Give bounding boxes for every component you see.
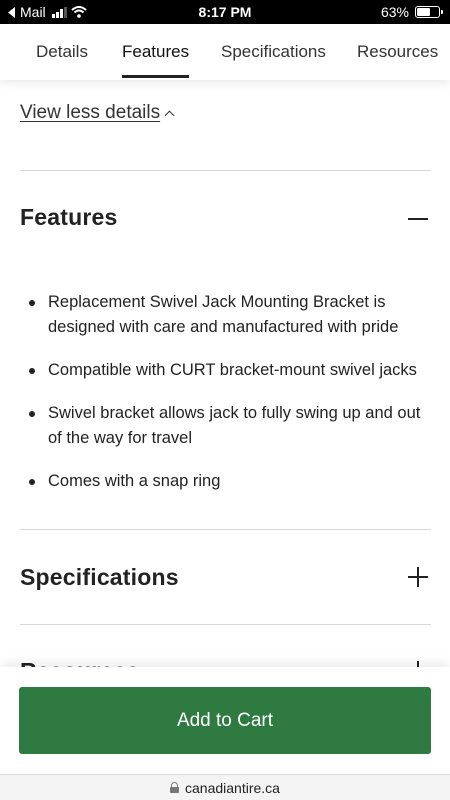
- divider: [20, 529, 431, 530]
- list-item: Comes with a snap ring: [20, 469, 430, 494]
- list-item: Swivel bracket allows jack to fully swin…: [20, 401, 430, 451]
- tab-details[interactable]: Details: [36, 42, 88, 62]
- collapse-minus-icon[interactable]: [408, 218, 428, 220]
- view-less-label: View less details: [20, 102, 161, 123]
- status-bar: Mail 8:17 PM 63%: [0, 0, 450, 24]
- battery-icon: [415, 6, 443, 18]
- url-text: canadiantire.ca: [185, 779, 280, 796]
- add-to-cart-button[interactable]: Add to Cart: [19, 687, 431, 754]
- divider: [20, 170, 431, 171]
- specifications-heading: Specifications: [20, 564, 179, 590]
- features-heading: Features: [20, 204, 118, 230]
- browser-address-bar[interactable]: canadiantire.ca: [0, 774, 450, 800]
- list-item: Compatible with CURT bracket-mount swive…: [20, 358, 430, 383]
- list-item: Replacement Swivel Jack Mounting Bracket…: [20, 290, 430, 340]
- battery-percent: 63%: [380, 4, 409, 20]
- tab-specifications[interactable]: Specifications: [221, 42, 326, 62]
- section-tab-bar: Details Features Specifications Resource…: [0, 24, 450, 80]
- chevron-up-icon: [164, 110, 175, 121]
- divider: [20, 624, 431, 625]
- sticky-cart-bar: Add to Cart: [0, 667, 450, 774]
- lock-icon: [170, 782, 180, 793]
- view-less-details-link[interactable]: View less details: [20, 102, 175, 124]
- tab-features[interactable]: Features: [122, 42, 190, 78]
- tab-resources[interactable]: Resources: [357, 42, 438, 62]
- expand-plus-icon[interactable]: [408, 567, 428, 587]
- features-list: Replacement Swivel Jack Mounting Bracket…: [20, 290, 430, 512]
